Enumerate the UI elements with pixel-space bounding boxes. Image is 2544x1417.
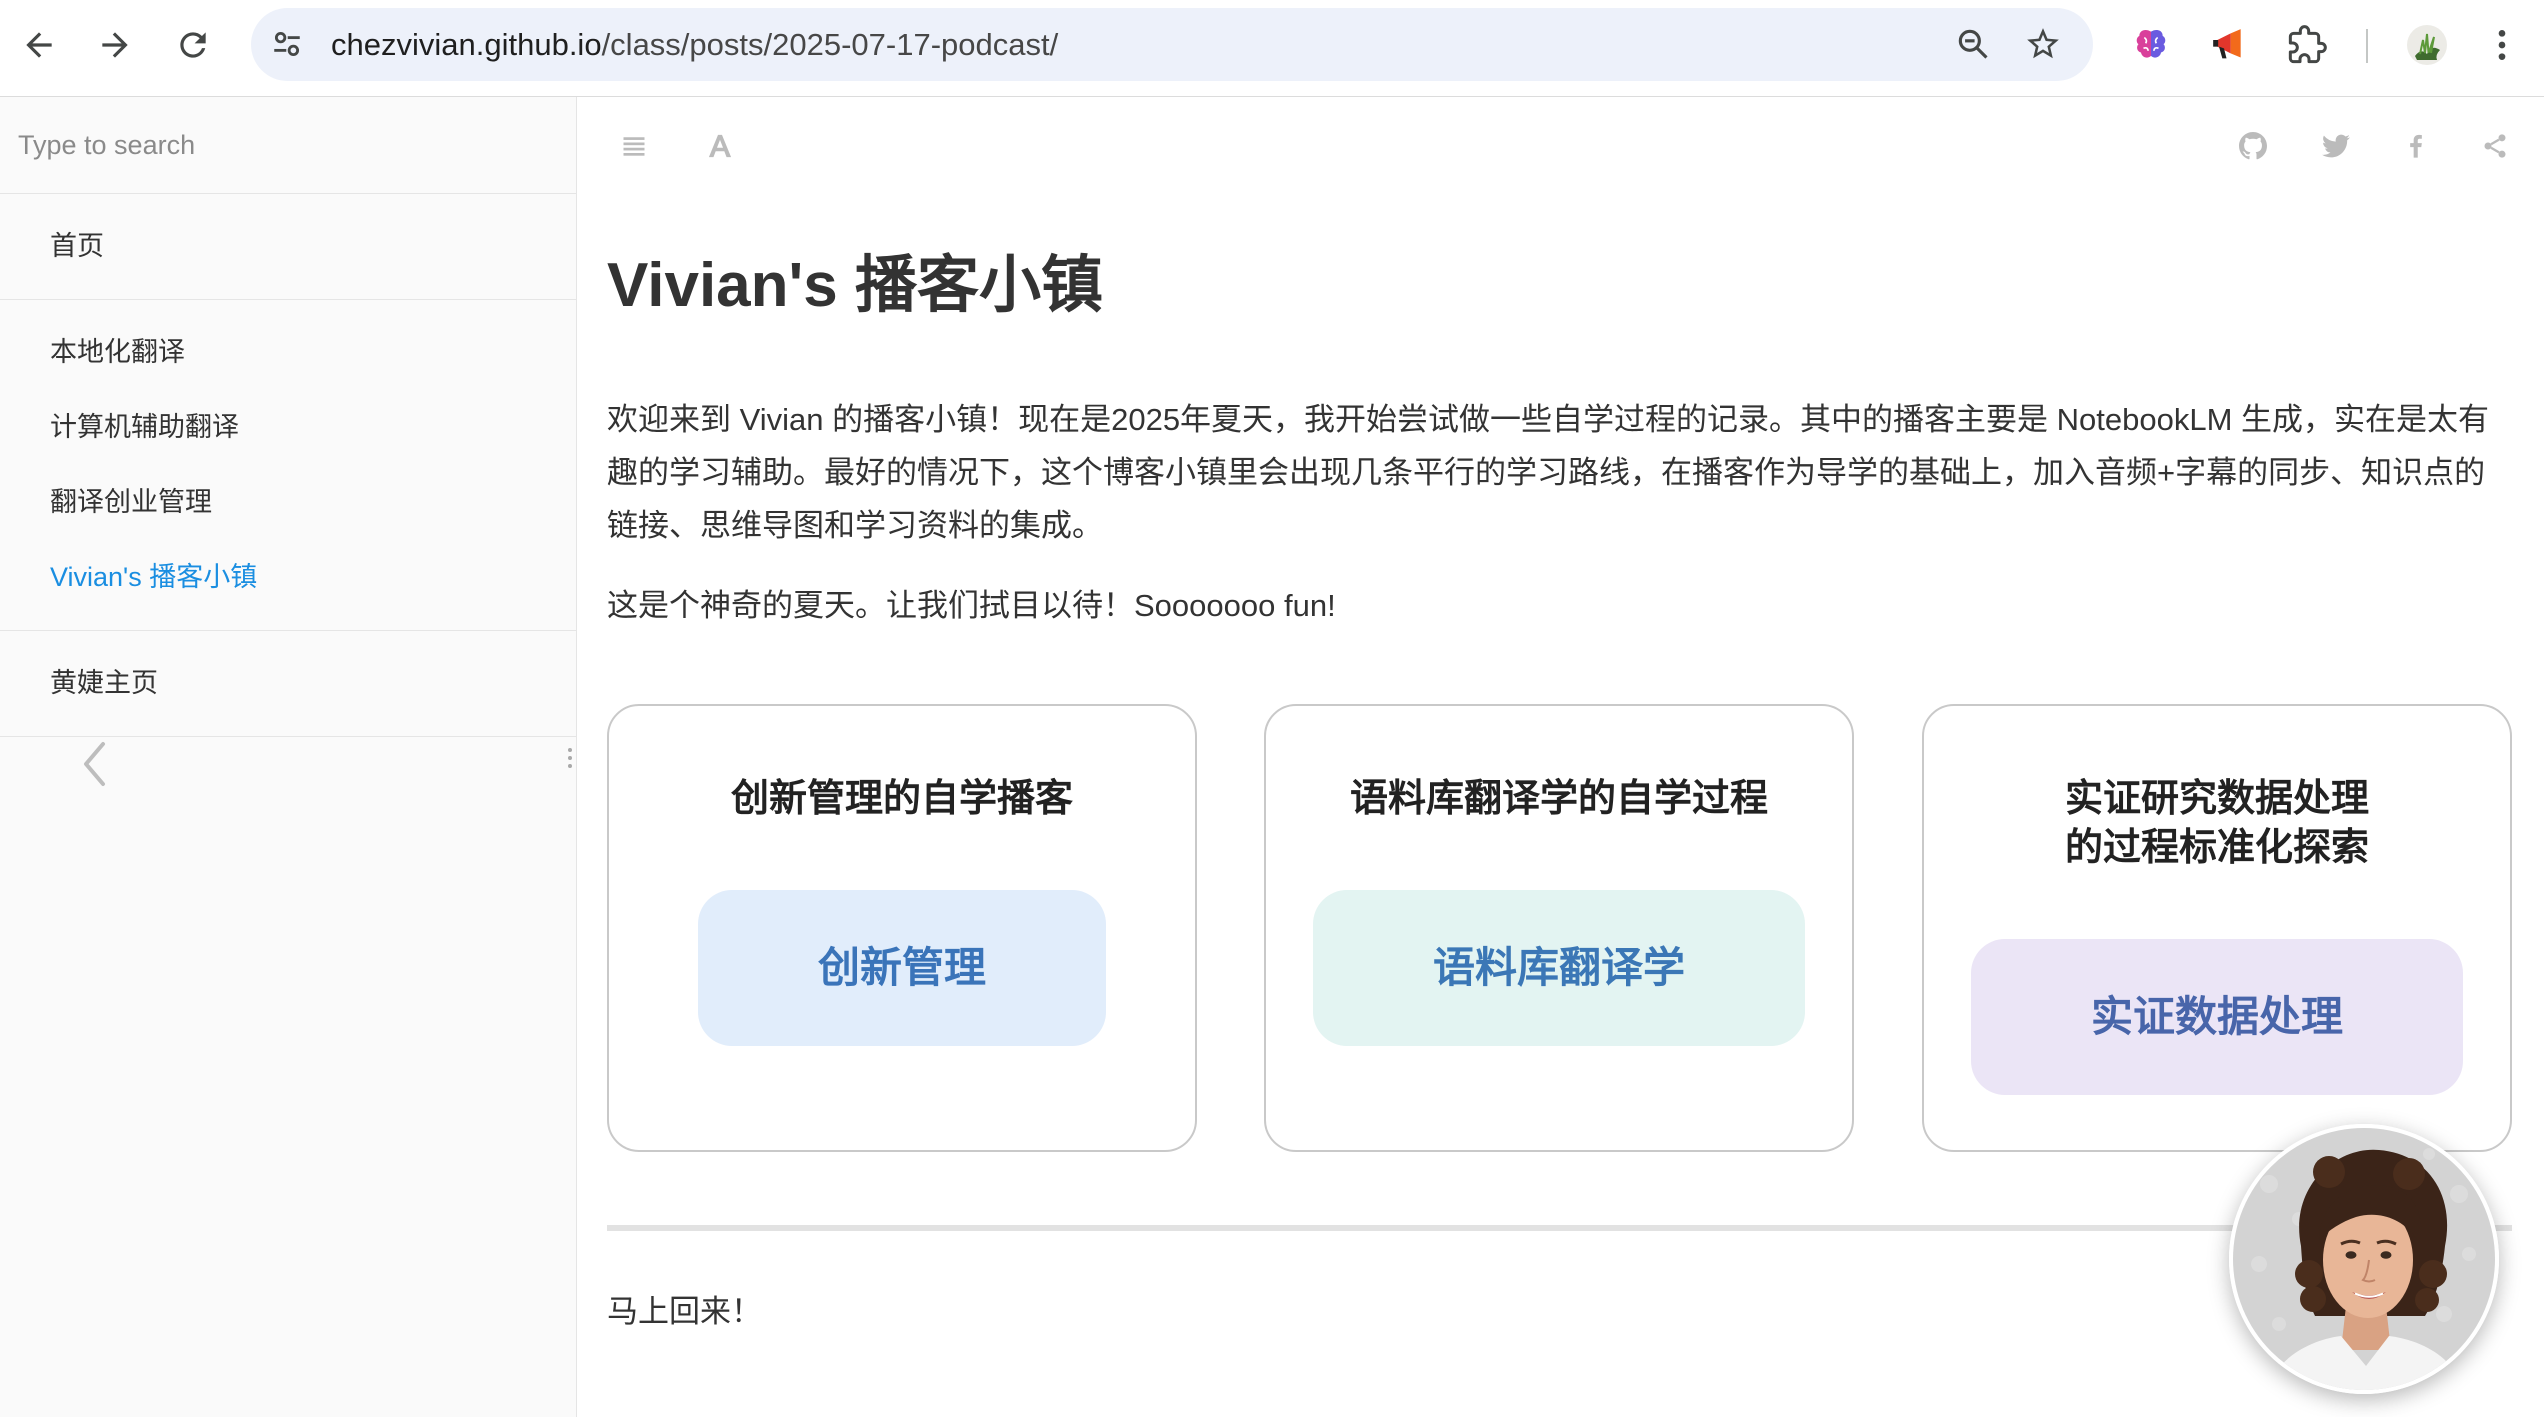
sidebar-resize-handle[interactable] (566, 748, 574, 772)
closing-text: 马上回来！ (607, 1294, 762, 1329)
share-icon[interactable] (2481, 132, 2509, 160)
menu-kebab-icon[interactable] (2482, 25, 2522, 65)
github-icon[interactable] (2239, 132, 2267, 160)
sidebar-item-translation-business[interactable]: 翻译创业管理 (0, 465, 576, 540)
forward-icon[interactable] (96, 26, 134, 64)
intro-paragraph: 欢迎来到 Vivian 的播客小镇！现在是2025年夏天，我开始尝试做一些自学过… (607, 402, 2490, 543)
address-bar[interactable]: chezvivian.github.io/class/posts/2025-07… (251, 8, 2093, 81)
url-text[interactable]: chezvivian.github.io/class/posts/2025-07… (331, 8, 1058, 81)
horizontal-divider (607, 1225, 2512, 1231)
card-corpus-translation: 语料库翻译学的自学过程 语料库翻译学 (1264, 704, 1854, 1152)
twitter-icon[interactable] (2322, 132, 2350, 160)
card-title: 语料库翻译学的自学过程 (1349, 778, 1768, 820)
card-empirical-data: 实证研究数据处理 的过程标准化探索 实证数据处理 (1922, 704, 2512, 1152)
reload-icon[interactable] (174, 26, 212, 64)
search-input[interactable] (0, 97, 576, 193)
url-path: /class/posts/2025-07-17-podcast/ (601, 27, 1059, 62)
nav-group-home: 首页 (0, 194, 576, 300)
card-title: 实证研究数据处理 的过程标准化探索 (2064, 778, 2369, 869)
sidebar-item-home[interactable]: 首页 (0, 209, 576, 284)
empirical-data-button[interactable]: 实证数据处理 (1970, 939, 2463, 1095)
back-icon[interactable] (20, 26, 58, 64)
hamburger-icon[interactable] (620, 132, 648, 160)
facebook-icon[interactable] (2402, 132, 2430, 160)
card-title: 创新管理的自学播客 (730, 778, 1073, 820)
presenter-avatar[interactable] (2229, 1124, 2499, 1394)
browser-toolbar: chezvivian.github.io/class/posts/2025-07… (0, 0, 2544, 97)
sidebar-item-author-home[interactable]: 黄婕主页 (0, 646, 576, 721)
extensions-puzzle-icon[interactable] (2287, 25, 2327, 65)
chevron-left-icon[interactable] (81, 741, 107, 787)
summer-paragraph: 这是个神奇的夏天。让我们拭目以待！Sooooooo fun! (607, 588, 1336, 623)
url-host: chezvivian.github.io (331, 27, 602, 62)
search-box (0, 97, 576, 194)
sidebar-item-localization-translation[interactable]: 本地化翻译 (0, 315, 576, 390)
sidebar-item-podcast-town[interactable]: Vivian's 播客小镇 (0, 540, 576, 615)
megaphone-extension-icon[interactable] (2209, 25, 2249, 65)
nav-group-author: 黄婕主页 (0, 631, 576, 737)
brain-extension-icon[interactable] (2131, 25, 2171, 65)
sidebar-item-computer-aided-translation[interactable]: 计算机辅助翻译 (0, 390, 576, 465)
page-title: Vivian's 播客小镇 (607, 251, 1103, 320)
font-settings-icon[interactable] (706, 132, 734, 160)
corpus-translation-button[interactable]: 语料库翻译学 (1312, 890, 1805, 1046)
toolbar-divider (2366, 29, 2368, 63)
nav-group-courses: 本地化翻译 计算机辅助翻译 翻译创业管理 Vivian's 播客小镇 (0, 300, 576, 631)
zoom-icon[interactable] (1954, 25, 1992, 63)
card-innovation-management: 创新管理的自学播客 创新管理 (607, 704, 1197, 1152)
innovation-management-button[interactable]: 创新管理 (697, 890, 1106, 1046)
bookmark-star-icon[interactable] (2024, 25, 2062, 63)
profile-avatar[interactable] (2407, 25, 2447, 65)
site-info-icon[interactable] (270, 27, 304, 61)
